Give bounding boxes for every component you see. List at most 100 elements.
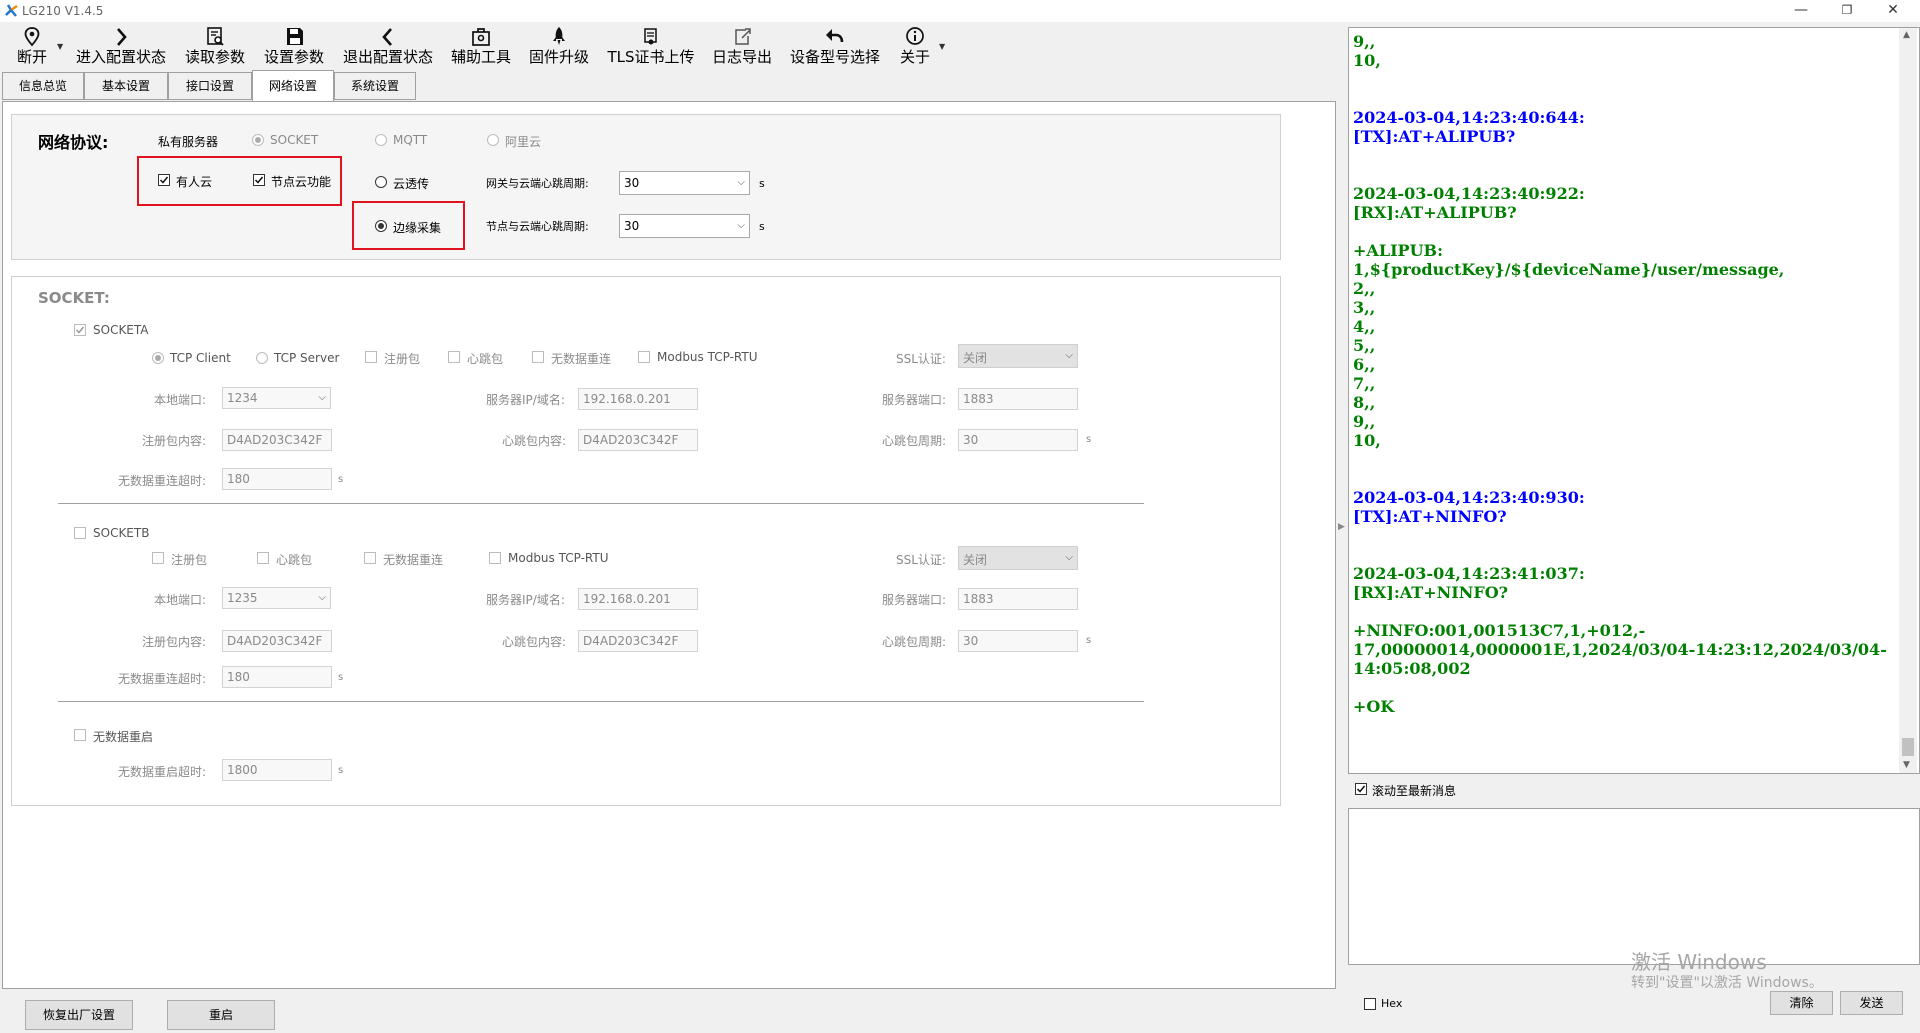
firmware-upgrade-button[interactable]: 固件升级: [526, 24, 592, 68]
scroll-latest-checkbox[interactable]: [1355, 783, 1367, 795]
aliyun-radio[interactable]: [487, 134, 499, 146]
maximize-button[interactable]: ❐: [1824, 0, 1870, 22]
hex-checkbox[interactable]: [1364, 998, 1376, 1010]
socketa-reg-content-input[interactable]: D4AD203C342F: [222, 429, 332, 451]
toolbar-label: 关于: [899, 48, 930, 66]
log-output[interactable]: 9,, 10, 2024-03-04,14:23:40:644: [TX]:AT+AL…: [1348, 27, 1920, 774]
socketb-reg-pkt-checkbox[interactable]: [152, 552, 164, 564]
reboot-button[interactable]: 重启: [167, 1000, 275, 1030]
log-line: 2024-03-04,14:23:40:644:: [1353, 108, 1585, 127]
checkmark-icon: [254, 176, 264, 184]
log-scrollbar[interactable]: ▲ ▼: [1899, 28, 1917, 773]
panel-splitter[interactable]: ▶: [1336, 27, 1348, 989]
node-heartbeat-select[interactable]: 30 ⌵: [619, 214, 750, 238]
socket-group: SOCKET: SOCKETA TCP Client TCP Server 注册…: [11, 276, 1281, 806]
cloud-pass-radio[interactable]: [375, 176, 387, 188]
socketa-modbus-checkbox[interactable]: [638, 351, 650, 363]
socketa-heart-pkt-checkbox[interactable]: [448, 351, 460, 363]
node-cloud-checkbox[interactable]: [253, 174, 265, 186]
scroll-down-icon[interactable]: ▼: [1903, 760, 1910, 770]
device-model-select-button[interactable]: 设备型号选择: [786, 24, 884, 68]
tcp-client-radio[interactable]: [152, 352, 164, 364]
log-line: 1,${productKey}/${deviceName}/user/messa…: [1353, 260, 1785, 279]
chevron-down-icon: ⌵: [318, 592, 326, 603]
socketa-local-port-select[interactable]: 1234 ⌵: [222, 387, 331, 409]
socketa-reconnect-timeout-input[interactable]: 180: [222, 468, 332, 490]
gw-heartbeat-select[interactable]: 30 ⌵: [619, 171, 750, 195]
socketa-server-port-input[interactable]: 1883: [958, 388, 1078, 410]
socketb-checkbox[interactable]: [74, 527, 86, 539]
socketb-local-port-select[interactable]: 1235 ⌵: [222, 587, 331, 609]
log-line: 10,: [1353, 431, 1381, 450]
toolbar-label: 日志导出: [711, 48, 772, 66]
read-params-button[interactable]: 读取参数: [182, 24, 248, 68]
log-line: 14:05:08,002: [1353, 659, 1471, 678]
set-params-button[interactable]: 设置参数: [261, 24, 327, 68]
socket-radio[interactable]: [252, 134, 264, 146]
checkmark-icon: [1356, 785, 1366, 793]
factory-reset-button[interactable]: 恢复出厂设置: [25, 1000, 133, 1030]
log-export-button[interactable]: 日志导出: [709, 24, 775, 68]
socketa-ssl-select[interactable]: 关闭 ⌵: [958, 344, 1078, 368]
scroll-up-icon[interactable]: ▲: [1903, 30, 1910, 40]
socketa-no-data-reconnect-checkbox[interactable]: [532, 351, 544, 363]
exit-config-button[interactable]: 退出配置状态: [339, 24, 437, 68]
send-input[interactable]: [1348, 808, 1920, 965]
socketa-heart-period-input[interactable]: 30: [958, 429, 1078, 451]
enter-config-button[interactable]: 进入配置状态: [72, 24, 170, 68]
scroll-thumb[interactable]: [1902, 738, 1914, 756]
aux-tools-button[interactable]: 辅助工具: [448, 24, 514, 68]
log-line: 5,,: [1353, 336, 1376, 355]
socket-radio-label: SOCKET: [270, 133, 319, 147]
socketb-no-data-reconnect-checkbox[interactable]: [364, 552, 376, 564]
socketa-heart-content-input[interactable]: D4AD203C342F: [578, 429, 698, 451]
checkmark-icon: [75, 326, 85, 334]
tab-system-settings[interactable]: 系统设置: [334, 72, 416, 100]
socketb-server-ip-input[interactable]: 192.168.0.201: [578, 588, 698, 610]
reg-content-label: 注册包内容:: [142, 434, 207, 448]
socketb-reg-content-input[interactable]: D4AD203C342F: [222, 630, 332, 652]
toolbar-label: 固件升级: [528, 48, 589, 66]
dropdown-arrow-icon[interactable]: ▼: [57, 42, 63, 51]
socketb-reconnect-timeout-input[interactable]: 180: [222, 666, 332, 688]
minimize-button[interactable]: —: [1778, 0, 1824, 22]
about-button[interactable]: 关于: [897, 24, 933, 68]
tab-basic-settings[interactable]: 基本设置: [84, 72, 168, 100]
socketb-server-port-input[interactable]: 1883: [958, 588, 1078, 610]
unit-label: s: [338, 474, 344, 485]
edge-collect-radio[interactable]: [375, 220, 387, 232]
reg-content-label: 注册包内容:: [142, 635, 207, 649]
aliyun-radio-label: 阿里云: [505, 135, 542, 149]
socketb-modbus-checkbox[interactable]: [489, 552, 501, 564]
socketb-heart-period-input[interactable]: 30: [958, 630, 1078, 652]
dropdown-arrow-icon[interactable]: ▼: [939, 42, 945, 51]
heart-pkt-label: 心跳包: [276, 553, 313, 567]
tab-interface-settings[interactable]: 接口设置: [168, 72, 252, 100]
socketa-checkbox[interactable]: [74, 324, 86, 336]
disconnect-button[interactable]: 断开: [12, 24, 52, 68]
tls-cert-upload-button[interactable]: TLS证书上传: [603, 24, 699, 68]
socketb-heart-pkt-checkbox[interactable]: [257, 552, 269, 564]
no-data-restart-checkbox[interactable]: [74, 729, 86, 741]
tab-network-settings[interactable]: 网络设置: [252, 70, 334, 101]
usr-cloud-checkbox[interactable]: [158, 174, 170, 186]
tab-info-overview[interactable]: 信息总览: [2, 72, 84, 100]
restart-timeout-input[interactable]: 1800: [222, 759, 332, 781]
unit-label: s: [338, 765, 344, 776]
mqtt-radio[interactable]: [375, 134, 387, 146]
socketb-heart-content-input[interactable]: D4AD203C342F: [578, 630, 698, 652]
certificate-icon: [644, 28, 657, 45]
tcp-server-radio[interactable]: [256, 352, 268, 364]
socketa-server-ip-input[interactable]: 192.168.0.201: [578, 388, 698, 410]
unit-label: s: [338, 672, 344, 683]
close-button[interactable]: ✕: [1870, 0, 1916, 22]
socketb-ssl-select[interactable]: 关闭 ⌵: [958, 546, 1078, 570]
send-button[interactable]: 发送: [1840, 991, 1903, 1015]
clear-button[interactable]: 清除: [1770, 991, 1833, 1015]
socketa-reg-pkt-checkbox[interactable]: [365, 351, 377, 363]
tcp-client-label: TCP Client: [170, 351, 231, 365]
